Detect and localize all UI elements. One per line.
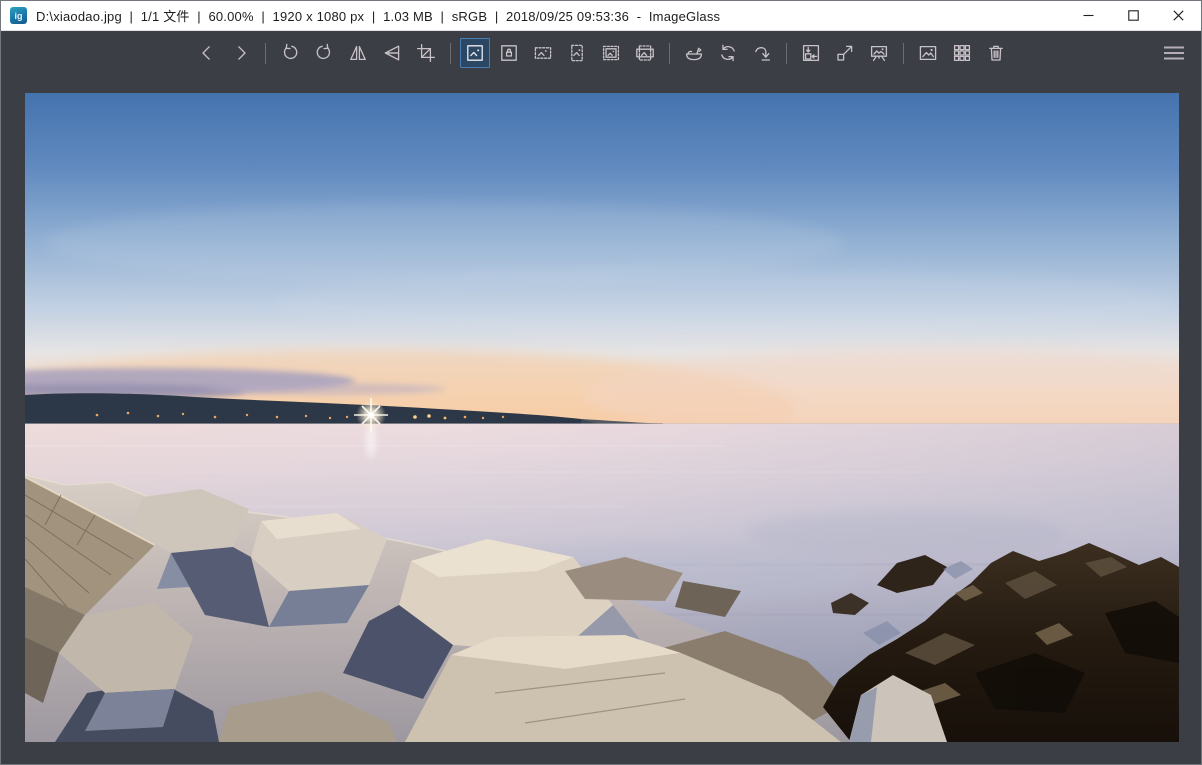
auto-zoom-button[interactable] xyxy=(460,38,490,68)
fullscreen-button[interactable] xyxy=(830,38,860,68)
next-image-icon xyxy=(231,43,251,63)
boat-icon xyxy=(684,43,704,63)
fullscreen-icon xyxy=(835,43,855,63)
previous-image-button[interactable] xyxy=(192,38,222,68)
scale-to-fill-icon xyxy=(635,43,655,63)
rotate-right-icon xyxy=(314,43,334,63)
window-fit-icon xyxy=(801,43,821,63)
scale-to-fit-icon xyxy=(601,43,621,63)
scale-to-height-icon xyxy=(567,43,587,63)
flip-horizontal-button[interactable] xyxy=(343,38,373,68)
goto-page-icon xyxy=(752,43,772,63)
titlebar[interactable]: ig D:\xiaodao.jpg | 1/1 文件 | 60.00% | 19… xyxy=(1,1,1201,31)
rotate-right-button[interactable] xyxy=(309,38,339,68)
rotate-left-icon xyxy=(280,43,300,63)
thumbnail-grid-button[interactable] xyxy=(947,38,977,68)
flip-vertical-button[interactable] xyxy=(377,38,407,68)
lock-zoom-button[interactable] xyxy=(494,38,524,68)
flip-horizontal-icon xyxy=(348,43,368,63)
slideshow-icon xyxy=(869,43,889,63)
boat-button[interactable] xyxy=(679,38,709,68)
lock-zoom-icon xyxy=(499,43,519,63)
slideshow-button[interactable] xyxy=(864,38,894,68)
toolbar-items xyxy=(190,38,1013,68)
maximize-button[interactable] xyxy=(1111,1,1156,31)
window-fit-button[interactable] xyxy=(796,38,826,68)
minimize-button[interactable] xyxy=(1066,1,1111,31)
window-title: D:\xiaodao.jpg | 1/1 文件 | 60.00% | 1920 … xyxy=(36,6,720,25)
delete-button[interactable] xyxy=(981,38,1011,68)
toolbar-separator xyxy=(786,43,787,64)
next-image-button[interactable] xyxy=(226,38,256,68)
imageglass-window: ig D:\xiaodao.jpg | 1/1 文件 | 60.00% | 19… xyxy=(0,0,1202,765)
crop-button[interactable] xyxy=(411,38,441,68)
maximize-icon xyxy=(1128,10,1139,21)
toolbar-separator xyxy=(450,43,451,64)
refresh-icon xyxy=(718,43,738,63)
previous-image-icon xyxy=(197,43,217,63)
picture-icon xyxy=(918,43,938,63)
menu-icon xyxy=(1162,43,1186,63)
scale-to-height-button[interactable] xyxy=(562,38,592,68)
crop-icon xyxy=(416,43,436,63)
window-controls xyxy=(1066,1,1201,31)
scale-to-width-button[interactable] xyxy=(528,38,558,68)
close-button[interactable] xyxy=(1156,1,1201,31)
thumbnail-grid-icon xyxy=(952,43,972,63)
image-viewport[interactable] xyxy=(25,93,1179,742)
flip-vertical-icon xyxy=(382,43,402,63)
toolbar-separator xyxy=(265,43,266,64)
imageglass-logo-icon: ig xyxy=(10,7,27,24)
auto-zoom-icon xyxy=(465,43,485,63)
toolbar-separator xyxy=(669,43,670,64)
scale-to-width-icon xyxy=(533,43,553,63)
close-icon xyxy=(1173,10,1184,21)
minimize-icon xyxy=(1083,10,1094,21)
toolbar xyxy=(1,32,1201,74)
toolbar-separator xyxy=(903,43,904,64)
goto-page-button[interactable] xyxy=(747,38,777,68)
scale-to-fill-button[interactable] xyxy=(630,38,660,68)
refresh-button[interactable] xyxy=(713,38,743,68)
rotate-left-button[interactable] xyxy=(275,38,305,68)
picture-button[interactable] xyxy=(913,38,943,68)
seascape-photo xyxy=(25,93,1179,742)
scale-to-fit-button[interactable] xyxy=(596,38,626,68)
delete-icon xyxy=(986,43,1006,63)
main-menu-button[interactable] xyxy=(1157,38,1191,68)
